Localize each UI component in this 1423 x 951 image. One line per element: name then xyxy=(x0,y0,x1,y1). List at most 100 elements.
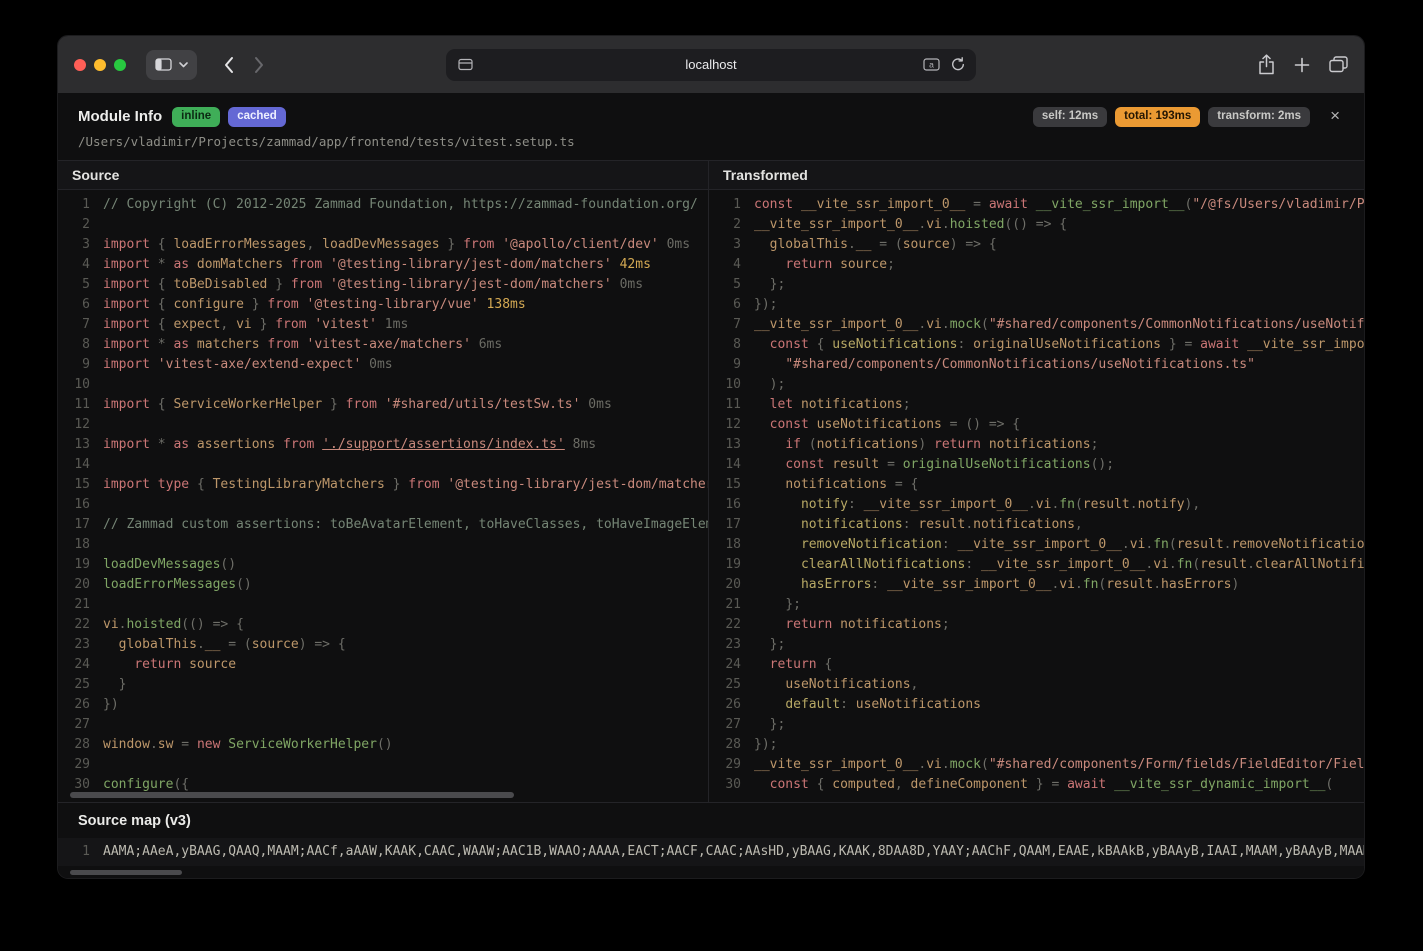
line-number: 4 xyxy=(709,255,741,275)
line-number: 10 xyxy=(709,375,741,395)
code-line: 18 removeNotification: __vite_ssr_import… xyxy=(709,535,1364,555)
code-line: 2 xyxy=(58,215,708,235)
transformed-code[interactable]: 1const __vite_ssr_import_0__ = await __v… xyxy=(709,190,1364,802)
line-number: 21 xyxy=(58,595,90,615)
source-horizontal-scrollbar[interactable] xyxy=(70,792,514,798)
line-number: 1 xyxy=(58,843,90,861)
code-line: 9 "#shared/components/CommonNotification… xyxy=(709,355,1364,375)
line-number: 11 xyxy=(709,395,741,415)
import-path-link[interactable]: './support/assertions/index.ts' xyxy=(322,437,565,452)
code-line: 19loadDevMessages() xyxy=(58,555,708,575)
line-number: 19 xyxy=(709,555,741,575)
line-number: 12 xyxy=(58,415,90,435)
line-number: 17 xyxy=(709,515,741,535)
line-number: 20 xyxy=(709,575,741,595)
sourcemap-horizontal-scrollbar[interactable] xyxy=(70,870,182,875)
line-number: 1 xyxy=(58,195,90,215)
module-badges: inline cached xyxy=(172,107,286,127)
code-line: 19 clearAllNotifications: __vite_ssr_imp… xyxy=(709,555,1364,575)
sidebar-toggle-button[interactable] xyxy=(146,50,197,80)
module-inspector-page: Module Info inlinecached self: 12mstotal… xyxy=(58,93,1364,878)
sourcemap-mappings: AAMA;AAeA,yBAAG,QAAQ,MAAM;AACf,aAAW,KAAK… xyxy=(103,843,1364,861)
close-window-button[interactable] xyxy=(74,59,86,71)
line-number: 5 xyxy=(58,275,90,295)
badge-badge: inline xyxy=(172,107,220,127)
zoom-window-button[interactable] xyxy=(114,59,126,71)
address-bar[interactable]: localhost a xyxy=(446,49,976,81)
code-line: 10 xyxy=(58,375,708,395)
line-number: 25 xyxy=(709,675,741,695)
code-line: 28window.sw = new ServiceWorkerHelper() xyxy=(58,735,708,755)
close-button[interactable]: × xyxy=(1324,106,1346,125)
tab-overview-button[interactable] xyxy=(1329,56,1348,73)
code-line: 6import { configure } from '@testing-lib… xyxy=(58,295,708,315)
line-number: 8 xyxy=(58,335,90,355)
minimize-window-button[interactable] xyxy=(94,59,106,71)
code-line: 14 xyxy=(58,455,708,475)
line-number: 12 xyxy=(709,415,741,435)
line-number: 18 xyxy=(58,535,90,555)
line-number: 1 xyxy=(709,195,741,215)
share-button[interactable] xyxy=(1258,54,1275,75)
line-number: 29 xyxy=(58,755,90,775)
code-line: 16 xyxy=(58,495,708,515)
code-line: 26 default: useNotifications xyxy=(709,695,1364,715)
module-path: /Users/vladimir/Projects/zammad/app/fron… xyxy=(78,134,1344,149)
line-number: 13 xyxy=(709,435,741,455)
line-number: 27 xyxy=(709,715,741,735)
code-line: 21 xyxy=(58,595,708,615)
badge-badge: cached xyxy=(228,107,286,127)
code-line: 27 xyxy=(58,715,708,735)
translate-icon[interactable]: a xyxy=(923,58,940,71)
line-number: 23 xyxy=(709,635,741,655)
back-button[interactable] xyxy=(223,56,234,74)
line-number: 3 xyxy=(58,235,90,255)
line-number: 16 xyxy=(58,495,90,515)
code-line: 13import * as assertions from './support… xyxy=(58,435,708,455)
line-number: 9 xyxy=(58,355,90,375)
window-controls xyxy=(74,59,126,71)
browser-window: localhost a xyxy=(57,35,1365,879)
sourcemap-title: Source map (v3) xyxy=(58,802,1364,838)
line-number: 2 xyxy=(58,215,90,235)
code-line: 11import { ServiceWorkerHelper } from '#… xyxy=(58,395,708,415)
svg-text:a: a xyxy=(929,60,934,70)
line-number: 20 xyxy=(58,575,90,595)
line-number: 9 xyxy=(709,355,741,375)
code-line: 1// Copyright (C) 2012-2025 Zammad Found… xyxy=(58,195,708,215)
timing-badges: self: 12mstotal: 193mstransform: 2ms xyxy=(1033,107,1310,127)
forward-button[interactable] xyxy=(254,56,265,74)
line-number: 7 xyxy=(709,315,741,335)
line-number: 17 xyxy=(58,515,90,535)
code-line: 1const __vite_ssr_import_0__ = await __v… xyxy=(709,195,1364,215)
line-number: 30 xyxy=(709,775,741,795)
navigation-buttons xyxy=(223,56,265,74)
code-line: 13 if (notifications) return notificatio… xyxy=(709,435,1364,455)
line-number: 4 xyxy=(58,255,90,275)
sidebar-icon xyxy=(155,58,172,71)
code-line: 23 globalThis.__ = (source) => { xyxy=(58,635,708,655)
line-number: 10 xyxy=(58,375,90,395)
sourcemap-line: 1 AAMA;AAeA,yBAAG,QAAQ,MAAM;AACf,aAAW,KA… xyxy=(58,838,1364,866)
code-line: 5import { toBeDisabled } from '@testing-… xyxy=(58,275,708,295)
code-line: 10 ); xyxy=(709,375,1364,395)
code-line: 24 return source xyxy=(58,655,708,675)
reload-button[interactable] xyxy=(951,57,965,72)
code-line: 25 useNotifications, xyxy=(709,675,1364,695)
line-number: 23 xyxy=(58,635,90,655)
line-number: 29 xyxy=(709,755,741,775)
line-number: 15 xyxy=(58,475,90,495)
code-line: 29 xyxy=(58,755,708,775)
line-number: 18 xyxy=(709,535,741,555)
line-number: 8 xyxy=(709,335,741,355)
line-number: 7 xyxy=(58,315,90,335)
code-line: 5 }; xyxy=(709,275,1364,295)
code-line: 7__vite_ssr_import_0__.vi.mock("#shared/… xyxy=(709,315,1364,335)
transformed-panel: Transformed 1const __vite_ssr_import_0__… xyxy=(709,161,1364,802)
code-line: 9import 'vitest-axe/extend-expect' 0ms xyxy=(58,355,708,375)
line-number: 6 xyxy=(58,295,90,315)
line-number: 15 xyxy=(709,475,741,495)
new-tab-button[interactable] xyxy=(1294,57,1310,73)
source-code[interactable]: 1// Copyright (C) 2012-2025 Zammad Found… xyxy=(58,190,708,802)
code-line: 17 notifications: result.notifications, xyxy=(709,515,1364,535)
